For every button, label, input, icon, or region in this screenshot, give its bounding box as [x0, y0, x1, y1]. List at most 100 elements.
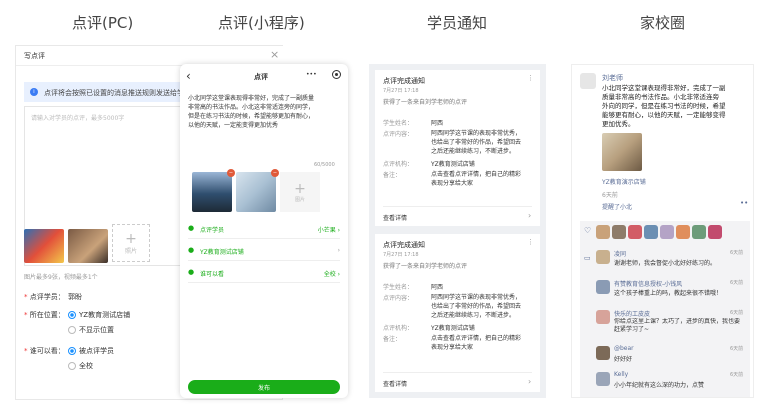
- student-notify-panel: 点评完成通知 ⋮ 7月27日 17:18 获得了一条来自刘学老师的点评 学生姓名…: [369, 64, 546, 398]
- plus-icon: +: [125, 230, 137, 247]
- comment-text: 好好好: [614, 356, 633, 363]
- mini-row-reviewee[interactable]: ● 点评学员 小芒果 ›: [188, 219, 340, 239]
- info-icon: i: [30, 88, 38, 96]
- comment-name: 有赞教育信息授权-小钱风: [614, 281, 683, 288]
- comment-text: 小小年纪就有这么深的功力，点赞: [614, 382, 705, 389]
- notify-column-title: 学员通知: [427, 14, 488, 32]
- shop-link[interactable]: YZ教育演示店铺: [602, 177, 646, 186]
- row-value: YZ教育测试店铺: [431, 325, 475, 332]
- row-value: 全校 ›: [323, 271, 340, 278]
- remind-text: 提醒了小北: [602, 204, 633, 211]
- avatar: [596, 250, 610, 264]
- post-time: 6天前: [602, 192, 618, 199]
- divider: [383, 206, 532, 207]
- home-school-circle-panel: 刘老师 小北同学这堂课表现得非常好，完成了一副 质量非常高的书法作品。小北非常适连…: [571, 64, 754, 398]
- circle-column-title: 家校圈: [640, 14, 686, 32]
- comment-time: 6天前: [730, 250, 744, 256]
- menu-icon[interactable]: ⋮: [527, 238, 534, 246]
- row-key: 学生姓名：: [383, 284, 414, 291]
- avatar: [596, 310, 610, 324]
- visible-radio-student[interactable]: [68, 347, 76, 355]
- avatar[interactable]: [612, 225, 626, 239]
- row-key: 备注：: [383, 172, 402, 179]
- comment-time: 6天前: [730, 310, 744, 316]
- row-value: 阿西: [431, 120, 444, 127]
- record-icon[interactable]: [332, 70, 341, 79]
- comment-text: 你给点这里上课？太巧了，进步的真快，我也要赶紧学习了~: [614, 318, 741, 333]
- more-icon[interactable]: ••: [740, 199, 748, 207]
- divider: [383, 372, 532, 373]
- row-label: 点评学员: [200, 227, 225, 234]
- more-icon[interactable]: •••: [306, 71, 317, 78]
- plus-icon: +: [294, 180, 306, 197]
- photo-thumb-2[interactable]: [68, 229, 108, 263]
- visible-label: * 谁可以看：: [24, 347, 65, 355]
- avatar[interactable]: [628, 225, 642, 239]
- location-icon: ●: [188, 246, 195, 254]
- row-value: 点击查看点评详情，把自己的精彩 表现分享给大家: [431, 171, 522, 187]
- dialog-header: 写点评 ×: [16, 46, 284, 66]
- row-key: 点评内容：: [383, 295, 414, 302]
- notify-date: 7月27日 17:18: [383, 88, 419, 94]
- mini-photo-1[interactable]: [192, 172, 232, 212]
- photo-thumb-1[interactable]: [24, 229, 64, 263]
- comment-item[interactable]: 凌同 6天前 谢谢老师，我会督促小北好好练习的。: [590, 249, 750, 275]
- visible-radio-school[interactable]: [68, 362, 76, 370]
- row-key: 备注：: [383, 336, 402, 343]
- avatar[interactable]: [580, 73, 596, 89]
- location-radio-hide[interactable]: [68, 326, 76, 334]
- close-icon[interactable]: ×: [270, 48, 279, 61]
- like-icon[interactable]: ♡: [584, 226, 591, 235]
- view-detail-link[interactable]: 查看详情: [383, 213, 407, 222]
- avatar[interactable]: [644, 225, 658, 239]
- avatar: [596, 346, 610, 360]
- comment-time: 6天前: [730, 346, 744, 352]
- view-detail-link[interactable]: 查看详情: [383, 379, 407, 388]
- screen: 点评(PC) 点评(小程序) 学员通知 家校圈 写点评 × i 点评将会按照已设…: [0, 0, 774, 413]
- avatar[interactable]: [708, 225, 722, 239]
- notify-title: 点评完成通知: [383, 241, 425, 249]
- notify-date: 7月27日 17:18: [383, 252, 419, 258]
- row-key: 点评机构：: [383, 325, 414, 332]
- location-label: * 所在位置：: [24, 311, 65, 319]
- mini-row-location[interactable]: ● YZ教育测试店铺 ›: [188, 241, 340, 261]
- row-value: 阿西: [431, 284, 444, 291]
- publish-button[interactable]: 发布: [188, 380, 340, 394]
- comment-time: 6天前: [730, 372, 744, 378]
- post-author[interactable]: 刘老师: [602, 73, 623, 83]
- visible-option-student: 被点评学员: [79, 347, 114, 355]
- location-radio-shop[interactable]: [68, 311, 76, 319]
- post-image[interactable]: [602, 133, 642, 171]
- comment-item[interactable]: Kelly 6天前 小小年纪就有这么深的功力，点赞: [590, 371, 750, 397]
- avatar[interactable]: [676, 225, 690, 239]
- comment-item[interactable]: 有赞教育信息授权-小钱风 6天前 这个孩子棒重上的吗，教起来很不错哦！: [590, 279, 750, 305]
- avatar[interactable]: [660, 225, 674, 239]
- remove-icon[interactable]: −: [227, 169, 235, 177]
- back-icon[interactable]: ‹: [186, 69, 191, 83]
- avatar[interactable]: [692, 225, 706, 239]
- mini-row-visibility[interactable]: ● 谁可以看 全校 ›: [188, 263, 340, 283]
- remove-icon[interactable]: −: [271, 169, 279, 177]
- row-value: 点击查看点评详情，把自己的精彩 表现分享给大家: [431, 335, 522, 351]
- avatar: [596, 280, 610, 294]
- notify-card: 点评完成通知 ⋮ 7月27日 17:18 获得了一条来自刘学老师的点评 学生姓名…: [375, 70, 540, 226]
- row-value: 阿西同学这节课的表现非常优秀， 也给出了非常好的作品，希望回去 之后还能继续练习，不…: [431, 130, 522, 155]
- row-value: YZ教育测试店铺: [431, 161, 475, 168]
- notify-card: 点评完成通知 ⋮ 7月27日 17:18 获得了一条来自刘学老师的点评 学生姓名…: [375, 234, 540, 392]
- mini-photo-2[interactable]: [236, 172, 276, 212]
- add-photo-button[interactable]: + 照片: [112, 224, 150, 262]
- row-value: 小芒果 ›: [317, 227, 340, 234]
- review-body: 小北同学这堂课表现得非常好，完成了一副质量 非常高的书法作品。小北这非常适连旁的同…: [188, 95, 315, 129]
- visible-option-school: 全校: [79, 362, 93, 370]
- mini-add-label: 图片: [294, 196, 305, 203]
- mini-add-photo-button[interactable]: + 图片: [280, 172, 320, 212]
- notify-subtitle: 获得了一条来自刘学老师的点评: [383, 99, 468, 106]
- comment-item[interactable]: 快乐的工皮皮 6天前 你给点这里上课？太巧了，进步的真快，我也要赶紧学习了~: [590, 309, 750, 339]
- char-counter: 60/5000: [314, 162, 335, 168]
- menu-icon[interactable]: ⋮: [527, 74, 534, 82]
- post-body: 小北同学这堂课表现得非常好，完成了一副 质量非常高的书法作品。小北非常适连旁 外向的…: [602, 84, 726, 128]
- comment-item[interactable]: @bear 6天前 好好好: [590, 345, 750, 371]
- comment-time: 6天前: [730, 280, 744, 286]
- avatar[interactable]: [596, 225, 610, 239]
- row-value: ›: [337, 247, 340, 254]
